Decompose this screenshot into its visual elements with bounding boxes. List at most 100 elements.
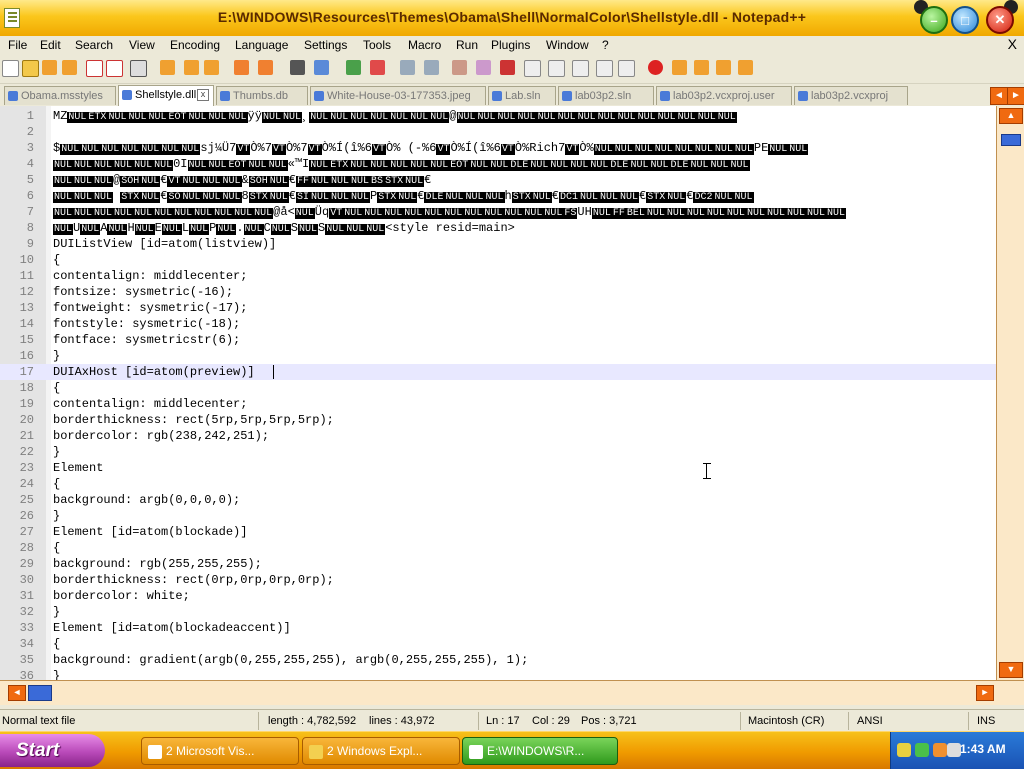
menu-search[interactable]: Search [75,38,113,52]
record-macro-icon[interactable] [648,60,663,75]
tab-lab-sln[interactable]: Lab.sln [488,86,556,105]
editor-line[interactable]: 29 background: rgb(255,255,255); [0,556,996,572]
editor-line[interactable]: 16} [0,348,996,364]
scroll-down-button[interactable]: ▼ [999,662,1023,678]
title-bar[interactable]: E:\WINDOWS\Resources\Themes\Obama\Shell\… [0,0,1024,37]
tab-shellstyle-dll[interactable]: Shellstyle.dll x [118,85,214,106]
menu-settings[interactable]: Settings [304,38,347,52]
tab-obama-msstyles[interactable]: Obama.msstyles [4,86,116,105]
editor-line[interactable]: 20 borderthickness: rect(5rp,5rp,5rp,5rp)… [0,412,996,428]
menu-run[interactable]: Run [456,38,478,52]
editor-line[interactable]: 28 { [0,540,996,556]
scroll-up-button[interactable]: ▲ [999,108,1023,124]
system-clock[interactable]: 1:43 AM [960,742,1006,756]
tab-lab03p2-sln[interactable]: lab03p2.sln [558,86,654,105]
tray-app-icon[interactable] [897,743,911,757]
indent-guide-icon[interactable] [500,60,515,75]
scroll-right-button[interactable]: ► [976,685,994,701]
editor-line[interactable]: 32} [0,604,996,620]
editor-line[interactable]: 33 Element [id=atom(blockadeaccent)] [0,620,996,636]
zoom-in-icon[interactable] [346,60,361,75]
maximize-button[interactable]: □ [951,6,979,34]
text-editor[interactable]: 1 MZNUL ETX NUL NUL NUL EOT NUL NUL NULÿÿNUL NUL¸N… [0,106,996,680]
editor-line[interactable]: 19 contentalign: middlecenter; [0,396,996,412]
editor-line[interactable]: 23 Element [0,460,996,476]
editor-line[interactable]: 31 bordercolor: white; [0,588,996,604]
tab-white-house-jpeg[interactable]: White-House-03-177353.jpeg [310,86,486,105]
menu-file[interactable]: File [8,38,27,52]
tab-thumbs-db[interactable]: Thumbs.db [216,86,308,105]
redo-icon[interactable] [258,60,273,75]
show-all-characters-icon[interactable] [476,60,491,75]
save-icon[interactable] [42,60,57,75]
editor-line[interactable]: 5 NUL NUL NUL@SOH NUL€VT NUL NUL NUL&SOH NUL€FF N… [0,172,996,188]
editor-line[interactable]: 35 background: gradient(argb(0,255,255,25… [0,652,996,668]
menu-plugins[interactable]: Plugins [491,38,530,52]
taskbar-button-windows-explorer[interactable]: 2 Windows Expl... [302,737,460,765]
open-file-icon[interactable] [22,60,39,77]
replace-icon[interactable] [314,60,329,75]
editor-line[interactable]: 10 { [0,252,996,268]
editor-line[interactable]: 15 fontface: sysmetricstr(6); [0,332,996,348]
close-tab-icon[interactable]: x [197,89,209,101]
save-macro-icon[interactable] [738,60,753,75]
menu-view[interactable]: View [129,38,155,52]
menu-edit[interactable]: Edit [40,38,61,52]
undo-icon[interactable] [234,60,249,75]
editor-line[interactable]: 24 { [0,476,996,492]
menu-language[interactable]: Language [235,38,288,52]
taskbar-button-visual-studio[interactable]: 2 Microsoft Vis... [141,737,299,765]
play-macro-icon[interactable] [694,60,709,75]
menu-window[interactable]: Window [546,38,589,52]
editor-line[interactable]: 21 bordercolor: rgb(238,242,251); [0,428,996,444]
close-button[interactable]: ✕ [986,6,1014,34]
editor-line[interactable]: 13 fontweight: sysmetric(-17); [0,300,996,316]
editor-line[interactable]: 2 [0,124,996,140]
menu-tools[interactable]: Tools [363,38,391,52]
taskbar-button-notepad-plus-plus[interactable]: E:\WINDOWS\R... [462,737,618,765]
editor-line[interactable]: 14 fontstyle: sysmetric(-18); [0,316,996,332]
vertical-scrollbar[interactable]: ▲ ▼ [996,106,1024,680]
editor-line[interactable]: 3 $NUL NUL NUL NUL NUL NUL NULsj¼Ü7VTÒ%7VTÒ%7VT… [0,140,996,156]
close-all-icon[interactable] [106,60,123,77]
editor-line[interactable]: 4 NUL NUL NUL NUL NUL NUL0INUL NUL EOT NUL NUL«™IN… [0,156,996,172]
function-list-icon[interactable] [572,60,589,77]
editor-line[interactable]: 1 MZNUL ETX NUL NUL NUL EOT NUL NUL NULÿÿNUL NUL¸N… [0,108,996,124]
paste-icon[interactable] [204,60,219,75]
doc-map-icon[interactable] [548,60,565,77]
sync-vertical-icon[interactable] [400,60,415,75]
horizontal-scrollbar[interactable]: ◄ ► [0,680,1024,705]
tray-app-icon[interactable] [933,743,947,757]
editor-line[interactable]: 26} [0,508,996,524]
start-button[interactable]: Start [0,734,105,767]
close-file-icon[interactable] [86,60,103,77]
save-all-icon[interactable] [62,60,77,75]
new-file-icon[interactable] [2,60,19,77]
editor-line[interactable]: 6 NUL NUL NUL STX NUL€SO NUL NUL NUL8STX NUL€SI N… [0,188,996,204]
tab-scroll-left-button[interactable]: ◄ [990,87,1008,105]
folder-workspace-icon[interactable] [596,60,613,77]
word-wrap-icon[interactable] [452,60,467,75]
tab-lab03p2-vcxproj-user[interactable]: lab03p2.vcxproj.user [656,86,792,105]
editor-line[interactable]: 9 DUIListView [id=atom(listview)] [0,236,996,252]
print-icon[interactable] [130,60,147,77]
tab-scroll-right-button[interactable]: ► [1007,87,1024,105]
tab-lab03p2-vcxproj[interactable]: lab03p2.vcxproj [794,86,908,105]
run-macro-multiple-icon[interactable] [716,60,731,75]
menu-help[interactable]: ? [602,38,609,52]
horizontal-scroll-thumb[interactable] [28,685,52,701]
cut-icon[interactable] [160,60,175,75]
menu-macro[interactable]: Macro [408,38,441,52]
close-document-button[interactable]: X [1008,36,1017,52]
stop-macro-icon[interactable] [672,60,687,75]
zoom-out-icon[interactable] [370,60,385,75]
editor-line[interactable]: 11 contentalign: middlecenter; [0,268,996,284]
menu-encoding[interactable]: Encoding [170,38,220,52]
editor-line[interactable]: 17 DUIAxHost [id=atom(preview)] [0,364,996,380]
editor-line[interactable]: 22} [0,444,996,460]
copy-icon[interactable] [184,60,199,75]
editor-line[interactable]: 36} [0,668,996,680]
sync-horizontal-icon[interactable] [424,60,439,75]
editor-line[interactable]: 27 Element [id=atom(blockade)] [0,524,996,540]
editor-line[interactable]: 7 NUL NUL NUL NUL NUL NUL NUL NUL NUL NUL NUL@å<NUL… [0,204,996,220]
